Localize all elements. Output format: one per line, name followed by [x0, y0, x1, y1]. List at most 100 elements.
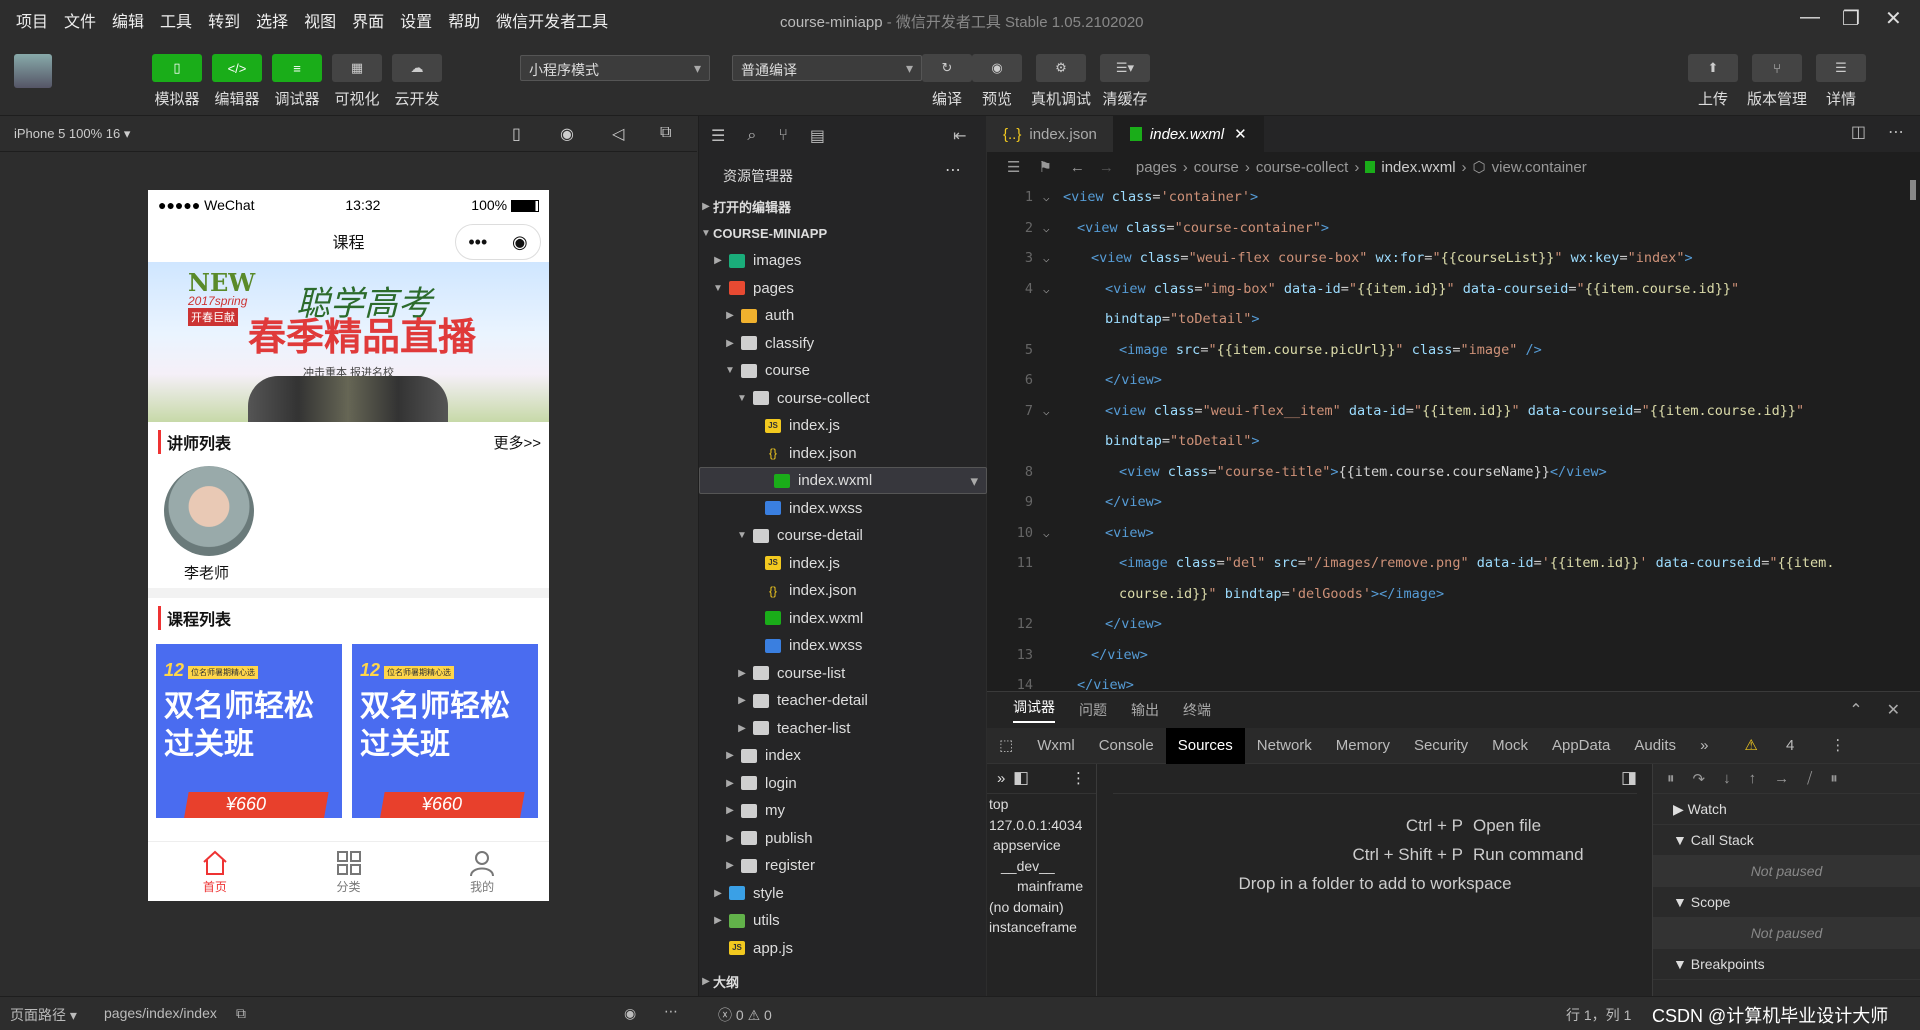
code-line[interactable]: 10 ⌵ <view>	[987, 518, 1907, 548]
tab-classify[interactable]: 分类	[282, 842, 416, 901]
fold-chevron-icon[interactable]: ⌵	[1043, 275, 1063, 305]
simulator-toggle-button[interactable]: ▯	[152, 54, 202, 82]
editor-tab-json[interactable]: {..} index.json	[987, 116, 1114, 152]
toggle-navigator-icon[interactable]: ◧	[1013, 768, 1029, 788]
files-icon[interactable]: ☰	[711, 126, 725, 146]
tab-output[interactable]: 输出	[1131, 700, 1159, 720]
tree-item[interactable]: {} index.json	[699, 577, 987, 604]
visual-button[interactable]: ▦	[332, 54, 382, 82]
breadcrumb-item[interactable]: view.container	[1492, 159, 1587, 176]
tree-item[interactable]: ▼ course-detail	[699, 522, 987, 549]
tab-problems[interactable]: 问题	[1079, 700, 1107, 720]
menu-item[interactable]: 帮助	[448, 8, 480, 32]
eye-icon[interactable]: ◉	[624, 1005, 636, 1022]
devtools-tab[interactable]: Sources	[1165, 727, 1245, 764]
editor-tab-wxml[interactable]: index.wxml ✕	[1113, 116, 1264, 152]
tab-debugger[interactable]: 调试器	[1013, 697, 1055, 723]
fold-chevron-icon[interactable]: ⌵	[1043, 244, 1063, 274]
tree-item[interactable]: ▶ images	[699, 247, 987, 274]
popout-icon[interactable]: ⧉	[660, 124, 671, 142]
menu-item[interactable]: 文件	[64, 8, 96, 32]
code-line[interactable]: bindtap="toDetail">	[987, 304, 1907, 334]
close-window-icon[interactable]: ✕	[1885, 6, 1902, 31]
menu-item[interactable]: 微信开发者工具	[496, 8, 608, 32]
tree-item[interactable]: ▶ login	[699, 770, 987, 797]
tree-item[interactable]: ▶ index	[699, 742, 987, 769]
code-line[interactable]: 6 </view>	[987, 365, 1907, 395]
stop-icon[interactable]: ◉	[560, 124, 574, 144]
menu-item[interactable]: 设置	[400, 8, 432, 32]
tree-item[interactable]: ▶ publish	[699, 825, 987, 852]
fold-chevron-icon[interactable]: ⌵	[1043, 397, 1063, 427]
teacher-avatar[interactable]	[164, 466, 254, 556]
step-icon[interactable]: →	[1774, 770, 1789, 787]
phone-icon[interactable]: ▯	[512, 124, 521, 144]
banner-image[interactable]: NEW 2017spring 开春巨献 聪学高考 春季精品直播 冲击重本 报进名…	[148, 262, 549, 422]
more-icon[interactable]: ⋯	[664, 1003, 678, 1020]
debug-section-header[interactable]: ▼ Call Stack	[1653, 825, 1920, 856]
tree-item[interactable]: ▶ teacher-list	[699, 715, 987, 742]
inspect-icon[interactable]: ⬚	[987, 728, 1025, 764]
more-actions-icon[interactable]: ⋯	[945, 160, 961, 180]
menu-item[interactable]: 界面	[352, 8, 384, 32]
tree-item[interactable]: ▶ auth	[699, 302, 987, 329]
menu-item[interactable]: 编辑	[112, 8, 144, 32]
editor-more-icon[interactable]: ⋯	[1888, 122, 1904, 142]
close-target-icon[interactable]: ◉	[512, 232, 528, 253]
code-line[interactable]: 5 <image src="{{item.course.picUrl}}" cla…	[987, 335, 1907, 365]
tree-item[interactable]: ▶ utils	[699, 907, 987, 934]
debug-section-header[interactable]: ▼ Breakpoints	[1653, 949, 1920, 980]
source-control-icon[interactable]: ⑂	[778, 127, 788, 145]
outline-section[interactable]: ▶ 大纲	[699, 968, 987, 995]
volume-icon[interactable]: ◁	[612, 124, 624, 144]
code-line[interactable]: 4 ⌵ <view class="img-box" data-id="{{item.…	[987, 274, 1907, 304]
menu-item[interactable]: 选择	[256, 8, 288, 32]
devtools-tab[interactable]: Mock	[1480, 728, 1540, 764]
source-tree-item[interactable]: 127.0.0.1:4034	[987, 815, 1096, 836]
debug-section-header[interactable]: ▼ Scope	[1653, 887, 1920, 918]
source-tree-item[interactable]: instanceframe	[987, 917, 1096, 938]
code-line[interactable]: 13 </view>	[987, 640, 1907, 670]
devtools-tab[interactable]: Security	[1402, 728, 1480, 764]
collapse-panel-icon[interactable]: ⇤	[953, 126, 966, 146]
more-link[interactable]: 更多>>	[493, 432, 541, 453]
mode-select[interactable]: 小程序模式	[520, 55, 710, 81]
code-line[interactable]: 8 <view class="course-title">{{item.cours…	[987, 457, 1907, 487]
pause-on-exceptions-icon[interactable]: ⏸	[1830, 770, 1838, 787]
editor-toggle-button[interactable]: </>	[212, 54, 262, 82]
problems-count[interactable]: ⓧ 0 ⚠ 0	[718, 1005, 772, 1025]
search-icon[interactable]: ⌕	[747, 127, 756, 145]
user-avatar[interactable]	[14, 54, 52, 88]
devtools-tab[interactable]: Wxml	[1025, 728, 1087, 764]
toggle-debugger-icon[interactable]: ◨	[1621, 768, 1637, 788]
code-line[interactable]: course.id}}" bindtap='delGoods'></image>	[987, 579, 1907, 609]
step-out-icon[interactable]: ↑	[1749, 770, 1757, 787]
tree-item[interactable]: JS index.js	[699, 412, 987, 439]
code-line[interactable]: 7 ⌵ <view class="weui-flex__item" data-id=…	[987, 396, 1907, 426]
source-tree-item[interactable]: appservice	[987, 835, 1096, 856]
devtools-menu-icon[interactable]: ⋮	[1818, 728, 1857, 764]
step-over-icon[interactable]: ↷	[1693, 770, 1706, 788]
tree-item[interactable]: JS index.js	[699, 550, 987, 577]
close-panel-icon[interactable]: ✕	[1887, 700, 1900, 720]
tree-item[interactable]: index.wxml	[699, 467, 987, 494]
open-editors-section[interactable]: ▶ 打开的编辑器	[699, 193, 987, 220]
source-tree-item[interactable]: top	[987, 794, 1096, 815]
pause-icon[interactable]: ⏸	[1667, 770, 1675, 787]
devtools-tab[interactable]: AppData	[1540, 728, 1622, 764]
outline-icon[interactable]: ☰	[1007, 158, 1020, 176]
source-tree-item[interactable]: (no domain)	[987, 897, 1096, 918]
breadcrumb-item[interactable]: index.wxml	[1381, 159, 1455, 176]
cloud-button[interactable]: ☁	[392, 54, 442, 82]
compile-button[interactable]: ↻	[922, 54, 972, 82]
code-line[interactable]: bindtap="toDetail">	[987, 426, 1907, 456]
close-tab-icon[interactable]: ✕	[1234, 125, 1247, 143]
devtools-tab[interactable]: Console	[1087, 728, 1166, 764]
tree-item[interactable]: ▶ course-list	[699, 660, 987, 687]
devtools-tab[interactable]: Memory	[1324, 728, 1402, 764]
tree-item[interactable]: ▼ course	[699, 357, 987, 384]
remote-debug-button[interactable]: ⚙	[1036, 54, 1086, 82]
tree-item[interactable]: {} index.json	[699, 440, 987, 467]
tree-item[interactable]: index.wxss	[699, 632, 987, 659]
preview-button[interactable]: ◉	[972, 54, 1022, 82]
